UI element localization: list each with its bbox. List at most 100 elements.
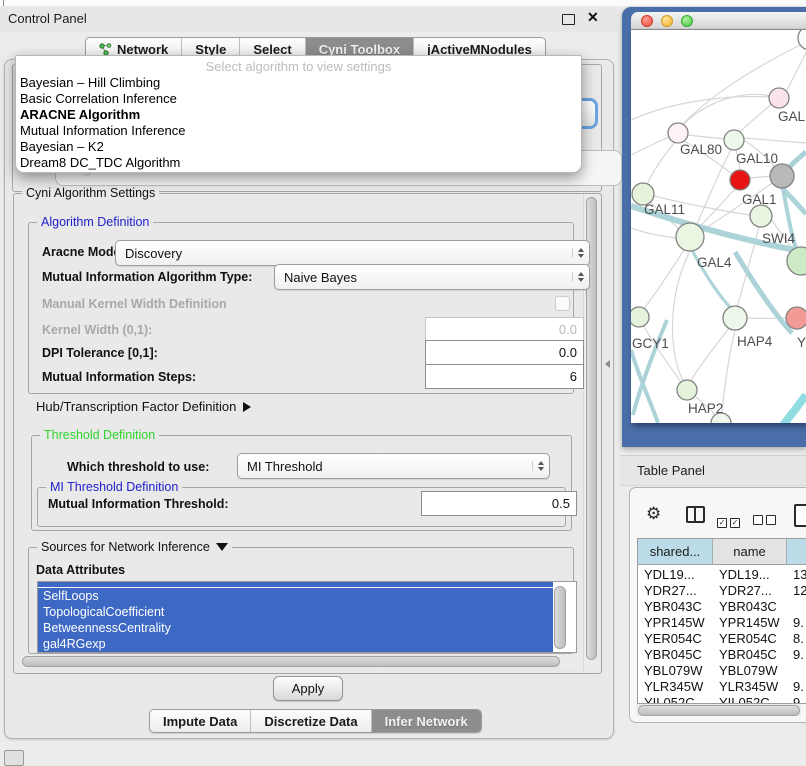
list-item-partial[interactable]: [38, 581, 553, 587]
network-node-hap4[interactable]: [723, 306, 747, 330]
list-item-gal4rgexp[interactable]: gal4RGexp: [38, 636, 553, 652]
table-cell[interactable]: 13: [787, 567, 806, 583]
table-cell[interactable]: YIL052C: [713, 695, 787, 704]
manual-kernel-checkbox[interactable]: [555, 296, 570, 311]
table-hscrollbar[interactable]: [636, 704, 801, 716]
network-node-gal[interactable]: [769, 88, 789, 108]
close-window-icon[interactable]: [641, 15, 653, 27]
table-cell[interactable]: YBR045C: [713, 647, 787, 663]
network-window-titlebar[interactable]: [631, 12, 806, 30]
table-cell[interactable]: 9.: [787, 679, 806, 695]
panel-splitter-handle[interactable]: [605, 360, 610, 368]
network-node-unlabeled[interactable]: [750, 205, 772, 227]
network-node-y[interactable]: [786, 307, 806, 329]
gear-icon[interactable]: ⚙: [646, 505, 661, 522]
tab-discretize-data[interactable]: Discretize Data: [251, 710, 371, 732]
hub-definition-expander[interactable]: Hub/Transcription Factor Definition: [36, 399, 251, 414]
table-panel: ⚙ ✓✓ shared... name A YDL19... YDL19... …: [629, 487, 806, 723]
table-cell[interactable]: YBR043C: [713, 599, 787, 615]
zoom-window-icon[interactable]: [681, 15, 693, 27]
network-node-gray[interactable]: [770, 164, 794, 188]
network-node-gal1[interactable]: [730, 170, 750, 190]
settings-hscrollbar[interactable]: [20, 655, 577, 667]
table-cell[interactable]: YBR045C: [638, 647, 713, 663]
dropdown-item-aracne[interactable]: ARACNE Algorithm: [20, 107, 140, 123]
table-cell[interactable]: YLR345W: [713, 679, 787, 695]
minimize-window-icon[interactable]: [661, 15, 673, 27]
dropdown-item-basic-correlation[interactable]: Basic Correlation Inference: [20, 91, 177, 107]
control-panel-titlebar: [0, 6, 618, 32]
network-node-gal4[interactable]: [676, 223, 704, 251]
network-canvas[interactable]: GAL GAL80 GAL10 GAL1 GAL11 GAL4 SWI4 GCY…: [631, 30, 806, 423]
node-label: Y: [797, 335, 806, 350]
table-hscrollbar-thumb[interactable]: [638, 705, 800, 716]
dropdown-item-dream8[interactable]: Dream8 DC_TDC Algorithm: [20, 155, 180, 171]
table-cell[interactable]: YBR043C: [638, 599, 713, 615]
table-cell[interactable]: 12: [787, 583, 806, 599]
list-vscrollbar-thumb[interactable]: [554, 586, 566, 649]
settings-hscrollbar-thumb[interactable]: [22, 656, 560, 667]
list-item-betweennesscentrality[interactable]: BetweennessCentrality: [38, 620, 553, 636]
mi-steps-label: Mutual Information Steps:: [42, 370, 196, 384]
aracne-mode-combobox[interactable]: Discovery: [115, 240, 590, 266]
table-cell[interactable]: 9.: [787, 647, 806, 663]
table-cell[interactable]: YDR27...: [713, 583, 787, 599]
table-cell[interactable]: YLR345W: [638, 679, 713, 695]
column-header-name[interactable]: name: [713, 539, 787, 565]
deselect-all-columns-icon[interactable]: [753, 512, 779, 530]
close-panel-icon[interactable]: ✕: [587, 9, 599, 26]
column-header-shared-name[interactable]: shared...: [638, 539, 713, 565]
kernel-width-label: Kernel Width (0,1):: [42, 323, 152, 337]
apply-button[interactable]: Apply: [273, 676, 343, 701]
apply-button-label: Apply: [292, 681, 325, 696]
network-node-gal10[interactable]: [724, 130, 744, 150]
dropdown-item-mutual-information[interactable]: Mutual Information Inference: [20, 123, 185, 139]
select-all-columns-icon[interactable]: ✓✓: [717, 512, 743, 530]
network-node-partial[interactable]: [798, 30, 806, 50]
dropdown-item-bayesian-k2[interactable]: Bayesian – K2: [20, 139, 104, 155]
node-label: GAL: [778, 109, 806, 124]
dpi-tolerance-label: DPI Tolerance [0,1]:: [42, 346, 158, 360]
table-cell[interactable]: YBL079W: [713, 663, 787, 679]
table-cell[interactable]: YDL19...: [638, 567, 713, 583]
list-item-selfloops[interactable]: SelfLoops: [38, 588, 553, 604]
network-graph: GAL GAL80 GAL10 GAL1 GAL11 GAL4 SWI4 GCY…: [631, 30, 806, 423]
mi-threshold-field[interactable]: 0.5: [421, 491, 577, 516]
column-header-partial[interactable]: A: [787, 539, 806, 565]
table-cell[interactable]: [787, 599, 806, 615]
table-cell[interactable]: YER054C: [638, 631, 713, 647]
table-cell[interactable]: YDL19...: [713, 567, 787, 583]
network-window: GAL GAL80 GAL10 GAL1 GAL11 GAL4 SWI4 GCY…: [622, 7, 806, 447]
dock-icon[interactable]: [4, 750, 24, 766]
bottom-tab-bar: Impute Data Discretize Data Infer Networ…: [149, 709, 482, 733]
mi-type-combobox[interactable]: Naive Bayes: [274, 264, 590, 290]
dpi-tolerance-field[interactable]: 0.0: [425, 340, 584, 365]
table-cell[interactable]: YIL052C: [638, 695, 713, 704]
table-cell[interactable]: 8.: [787, 631, 806, 647]
table-cell[interactable]: YBL079W: [638, 663, 713, 679]
sources-title[interactable]: Sources for Network Inference: [37, 540, 232, 554]
table-cell[interactable]: YER054C: [713, 631, 787, 647]
table-cell[interactable]: [787, 663, 806, 679]
table-cell[interactable]: YDR27...: [638, 583, 713, 599]
dropdown-item-bayesian-hill[interactable]: Bayesian – Hill Climbing: [20, 75, 160, 91]
list-item-topologicalcoefficient[interactable]: TopologicalCoefficient: [38, 604, 553, 620]
sources-title-label: Sources for Network Inference: [41, 540, 210, 554]
which-threshold-combobox[interactable]: MI Threshold: [237, 453, 550, 479]
tab-impute-data[interactable]: Impute Data: [150, 710, 251, 732]
table-cell[interactable]: 9.: [787, 695, 806, 704]
network-node-gcy1[interactable]: [631, 307, 649, 327]
table-cell[interactable]: YPR145W: [638, 615, 713, 631]
split-columns-icon[interactable]: [686, 506, 705, 523]
network-node-gal80[interactable]: [668, 123, 688, 143]
new-table-icon[interactable]: [794, 504, 806, 527]
table-cell[interactable]: 9.: [787, 615, 806, 631]
network-node-hap2[interactable]: [677, 380, 697, 400]
mi-type-label: Mutual Information Algorithm Type:: [42, 270, 252, 284]
table-cell[interactable]: YPR145W: [713, 615, 787, 631]
collapse-down-icon: [216, 543, 228, 551]
float-panel-icon[interactable]: [562, 14, 575, 25]
mi-steps-field[interactable]: 6: [425, 364, 584, 389]
kernel-width-field[interactable]: 0.0: [425, 317, 584, 341]
tab-infer-network[interactable]: Infer Network: [372, 710, 481, 732]
